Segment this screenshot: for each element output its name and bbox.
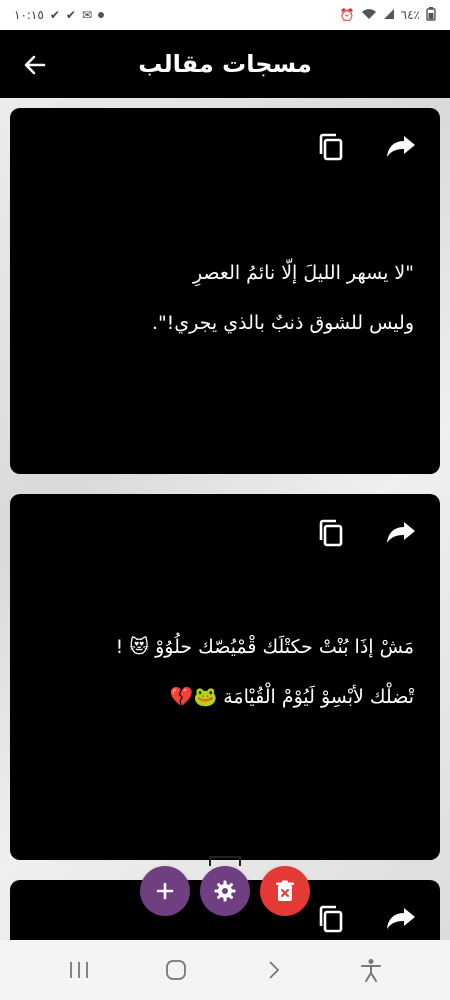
battery-text: ٦٤٪ (400, 8, 420, 22)
card-actions (314, 130, 418, 164)
battery-icon (426, 6, 436, 24)
copy-button[interactable] (314, 130, 348, 164)
card-actions (314, 902, 418, 936)
share-button[interactable] (384, 902, 418, 936)
status-bar: ١٠:١٥ ✔ ✔ ✉ ⏰ ٦٤٪ (0, 0, 450, 30)
message-text: مَشْ إذَا بُنْتْ حكتْلَك قْمْيُصّك حلُوُ… (30, 622, 414, 722)
home-button[interactable] (156, 950, 196, 990)
message-card: "لا يسهر الليلَ إلّا نائمُ العصرِ وليس ل… (10, 108, 440, 474)
trash-icon (276, 880, 294, 901)
share-icon (387, 522, 415, 543)
chevron-right-icon (269, 961, 280, 979)
mail-icon: ✉ (81, 8, 93, 22)
message-card: مَشْ إذَا بُنْتْ حكتْلَك قْمْيُصّك حلُوُ… (10, 494, 440, 860)
delete-button[interactable] (260, 866, 310, 916)
share-icon (387, 908, 415, 929)
clock-text: ١٠:١٥ (14, 8, 44, 22)
fab-indicator (209, 856, 241, 866)
app-bar: مسجات مقالب (0, 30, 450, 98)
message-line: تْضلْك لأبْسِوْ لَيُوْمْ الْقُيْامَة 🐸💔 (169, 686, 414, 708)
gear-icon (214, 880, 236, 902)
message-line: وليس للشوق ذنبٌ بالذي يجري!". (151, 312, 414, 334)
back-button[interactable] (18, 48, 52, 82)
status-left: ١٠:١٥ ✔ ✔ ✉ (14, 8, 105, 22)
plus-icon (156, 882, 174, 900)
copy-icon (319, 905, 343, 933)
share-button[interactable] (384, 516, 418, 550)
system-nav-bar (0, 940, 450, 1000)
recent-apps-icon (69, 962, 88, 978)
notification-dot-icon (98, 12, 105, 18)
settings-button[interactable] (200, 866, 250, 916)
accessibility-icon (361, 959, 382, 982)
page-title: مسجات مقالب (138, 50, 312, 78)
copy-button[interactable] (314, 516, 348, 550)
add-message-button[interactable] (140, 866, 190, 916)
status-right: ⏰ ٦٤٪ (339, 6, 436, 24)
check-icon: ✔ (49, 8, 60, 22)
copy-icon (319, 519, 343, 547)
wifi-icon (361, 8, 377, 23)
copy-icon (319, 133, 343, 161)
copy-button[interactable] (314, 902, 348, 936)
message-line: "لا يسهر الليلَ إلّا نائمُ العصرِ (192, 262, 414, 284)
messages-list[interactable]: "لا يسهر الليلَ إلّا نائمُ العصرِ وليس ل… (0, 98, 450, 940)
floating-actions (140, 866, 310, 916)
home-icon (166, 960, 187, 980)
message-line: مَشْ إذَا بُنْتْ حكتْلَك قْمْيُصّك حلُوُ… (115, 636, 414, 658)
arrow-left-icon (24, 55, 46, 75)
card-actions (314, 516, 418, 550)
check-icon: ✔ (65, 8, 76, 22)
alarm-icon: ⏰ (339, 8, 355, 22)
accessibility-button[interactable] (351, 950, 391, 990)
share-icon (387, 136, 415, 157)
back-nav-button[interactable] (254, 950, 294, 990)
share-button[interactable] (384, 130, 418, 164)
recent-apps-button[interactable] (59, 950, 99, 990)
signal-icon (383, 8, 395, 23)
message-text: "لا يسهر الليلَ إلّا نائمُ العصرِ وليس ل… (30, 248, 414, 348)
